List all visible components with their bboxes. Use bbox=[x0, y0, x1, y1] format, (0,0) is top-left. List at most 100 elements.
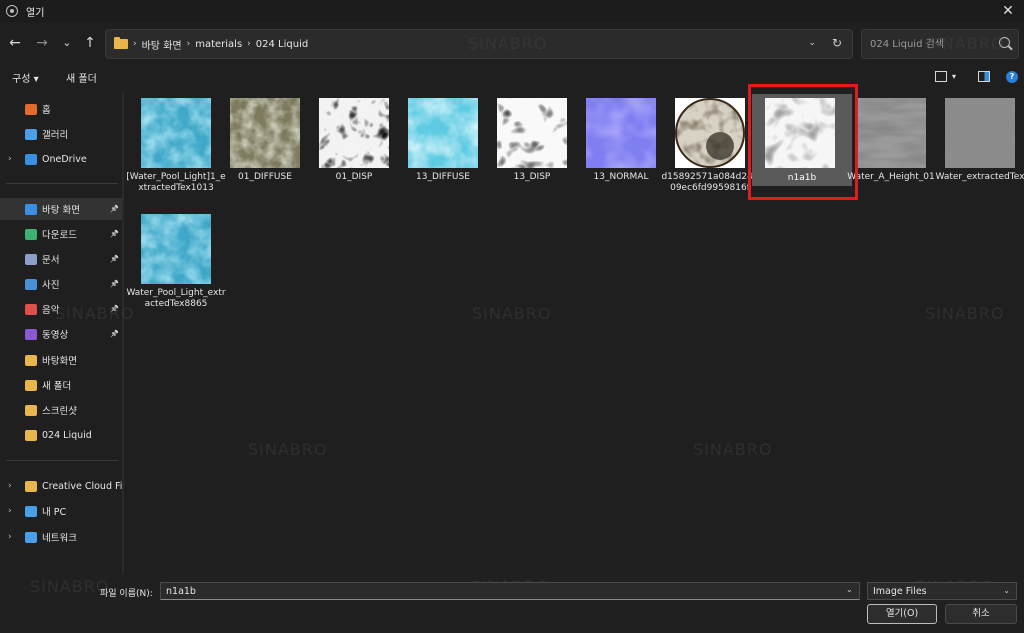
file-name: Water_extractedTex bbox=[935, 172, 1024, 182]
file-item[interactable]: Water_Pool_Light_extractedTex8865 bbox=[126, 208, 226, 332]
window-title: 열기 bbox=[26, 7, 45, 19]
sidebar-item-12[interactable]: 024 Liquid bbox=[0, 424, 124, 446]
sidebar-item-5[interactable]: 문서 📌 bbox=[0, 248, 124, 270]
file-item[interactable]: d15892571a084d24109ec6fd9959816f bbox=[660, 92, 759, 216]
file-thumbnail bbox=[586, 98, 656, 168]
texture-image bbox=[945, 98, 1015, 168]
sidebar-item-14[interactable]: › 내 PC bbox=[0, 500, 124, 522]
sidebar-item-11[interactable]: 스크린샷 bbox=[0, 399, 124, 421]
new-folder-button[interactable]: 새 폴더 bbox=[66, 70, 97, 85]
pin-icon: 📌 bbox=[110, 230, 119, 238]
sidebar-item-1[interactable]: 갤러리 bbox=[0, 123, 124, 145]
home-icon bbox=[25, 103, 37, 115]
texture-image bbox=[856, 98, 926, 168]
sidebar-item-label: Creative Cloud Files bbox=[42, 480, 124, 492]
chevron-down-icon: ⌄ bbox=[1003, 586, 1010, 595]
selection-highlight-box bbox=[748, 84, 858, 200]
back-button[interactable]: ← bbox=[6, 34, 24, 52]
breadcrumb-desktop[interactable]: 바탕 화면 bbox=[142, 37, 182, 52]
sidebar-item-15[interactable]: › 네트워크 bbox=[0, 526, 124, 548]
file-thumbnail bbox=[856, 98, 926, 168]
filename-label: 파일 이름(N): bbox=[100, 589, 153, 599]
network-icon bbox=[25, 531, 37, 543]
file-item[interactable]: [Water_Pool_Light]1_extractedTex1013 bbox=[126, 92, 226, 216]
refresh-icon[interactable]: ↻ bbox=[832, 36, 842, 50]
sidebar-item-3[interactable]: 바탕 화면 📌 bbox=[0, 198, 124, 220]
file-thumbnail bbox=[497, 98, 567, 168]
close-icon[interactable]: ✕ bbox=[1000, 3, 1016, 19]
file-name: [Water_Pool_Light]1_extractedTex1013 bbox=[126, 172, 226, 193]
chevron-right-icon[interactable]: › bbox=[8, 532, 12, 542]
chevron-right-icon[interactable]: › bbox=[8, 506, 12, 516]
open-button[interactable]: 열기(O) bbox=[867, 604, 937, 624]
address-dropdown-icon[interactable]: ⌄ bbox=[808, 38, 816, 48]
chevron-right-icon[interactable]: › bbox=[8, 481, 12, 491]
breadcrumb-liquid[interactable]: 024 Liquid bbox=[256, 39, 308, 50]
filename-input[interactable] bbox=[160, 582, 860, 600]
file-item[interactable]: 01_DIFFUSE bbox=[215, 92, 307, 216]
sidebar-item-10[interactable]: 새 폴더 bbox=[0, 374, 124, 396]
sidebar-item-label: 홈 bbox=[42, 105, 51, 116]
sidebar-item-4[interactable]: 다운로드 📌 bbox=[0, 223, 124, 245]
chevron-right-icon[interactable]: › bbox=[8, 154, 12, 164]
preview-pane-icon[interactable] bbox=[978, 71, 990, 82]
pc-icon bbox=[25, 505, 37, 517]
texture-image bbox=[141, 214, 211, 284]
breadcrumb-materials[interactable]: materials bbox=[195, 39, 242, 50]
organize-button[interactable]: 구성 ▾ bbox=[12, 70, 39, 85]
watermark: SINABRO bbox=[472, 304, 552, 323]
file-item[interactable]: 13_NORMAL bbox=[571, 92, 663, 216]
folder-icon bbox=[25, 379, 37, 391]
chevron-right-icon: › bbox=[247, 39, 251, 49]
file-view: [Water_Pool_Light]1_extractedTex1013 01_D… bbox=[126, 92, 1024, 572]
pictures-icon bbox=[25, 278, 37, 290]
sidebar-divider bbox=[6, 183, 118, 184]
forward-button[interactable]: → bbox=[33, 34, 51, 52]
texture-image bbox=[408, 98, 478, 168]
watermark: SINABRO bbox=[248, 440, 328, 459]
file-item[interactable]: 13_DIFFUSE bbox=[393, 92, 485, 216]
file-name: 13_DISP bbox=[513, 172, 551, 182]
watermark: SINABRO bbox=[30, 577, 110, 596]
view-dropdown-icon[interactable]: ▾ bbox=[952, 72, 956, 81]
file-item[interactable]: 13_DISP bbox=[482, 92, 574, 216]
pin-icon: 📌 bbox=[110, 330, 119, 338]
sidebar-item-6[interactable]: 사진 📌 bbox=[0, 273, 124, 295]
navigation-pane: 홈 갤러리 › OneDrive 바탕 화면 📌 다운로드 📌 문서 📌 사진 📌 음악 📌 동영상 📌 바탕화… bbox=[0, 92, 124, 574]
sidebar-item-label: 네트워크 bbox=[42, 533, 77, 544]
file-type-select[interactable]: Image Files ⌄ bbox=[867, 582, 1017, 600]
file-item[interactable]: 01_DISP bbox=[304, 92, 396, 216]
texture-image bbox=[675, 98, 745, 168]
file-thumbnail bbox=[319, 98, 389, 168]
watermark: SINABRO bbox=[468, 34, 548, 53]
file-name: Water_Pool_Light_extractedTex8865 bbox=[126, 288, 226, 309]
sidebar-item-13[interactable]: › Creative Cloud Files bbox=[0, 475, 124, 497]
texture-image bbox=[319, 98, 389, 168]
cloud-icon bbox=[25, 153, 37, 165]
up-button[interactable]: ↑ bbox=[81, 34, 99, 52]
sidebar-item-0[interactable]: 홈 bbox=[0, 98, 124, 120]
sidebar-item-label: 갤러리 bbox=[42, 130, 69, 141]
sidebar-item-label: 스크린샷 bbox=[42, 406, 77, 417]
cancel-button[interactable]: 취소 bbox=[945, 604, 1017, 624]
file-item[interactable]: Water_extractedTex bbox=[930, 92, 1024, 216]
texture-image bbox=[230, 98, 300, 168]
filename-dropdown-icon[interactable]: ⌄ bbox=[846, 585, 853, 594]
sidebar-item-label: 새 폴더 bbox=[42, 381, 72, 392]
texture-image bbox=[141, 98, 211, 168]
sidebar-item-9[interactable]: 바탕화면 bbox=[0, 349, 124, 371]
file-thumbnail bbox=[141, 98, 211, 168]
chevron-right-icon: › bbox=[133, 39, 137, 49]
gallery-icon bbox=[25, 128, 37, 140]
sidebar-item-2[interactable]: › OneDrive bbox=[0, 148, 124, 170]
sidebar-scrollbar[interactable] bbox=[122, 92, 124, 574]
file-name: 01_DIFFUSE bbox=[238, 172, 292, 182]
sidebar-item-label: OneDrive bbox=[42, 153, 87, 165]
view-options-icon[interactable] bbox=[935, 71, 947, 82]
video-icon bbox=[25, 328, 37, 340]
history-chevron-icon[interactable]: ⌄ bbox=[58, 34, 76, 52]
sidebar-item-8[interactable]: 동영상 📌 bbox=[0, 323, 124, 345]
help-icon[interactable]: ? bbox=[1006, 71, 1018, 83]
download-icon bbox=[25, 228, 37, 240]
folder-icon bbox=[114, 37, 128, 49]
